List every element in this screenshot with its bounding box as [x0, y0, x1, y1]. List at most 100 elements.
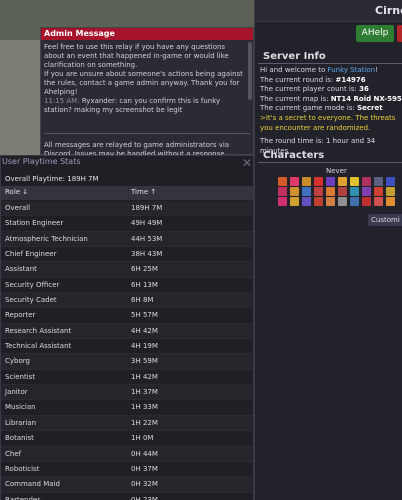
red-action-button[interactable]	[397, 25, 402, 42]
panel-buttons: AHelp	[356, 25, 402, 42]
time-cell: 5H 57M	[131, 311, 158, 320]
job-icon[interactable]	[326, 187, 335, 196]
role-cell: Chef	[5, 449, 22, 458]
time-cell: 6H 13M	[131, 280, 158, 289]
time-cell: 4H 42M	[131, 326, 158, 335]
column-header-role[interactable]: Role ↓	[5, 188, 28, 196]
time-cell: 0H 32M	[131, 480, 158, 489]
table-row: Chef 0H 44M	[1, 446, 253, 462]
job-icon[interactable]	[278, 197, 287, 206]
job-icon[interactable]	[386, 197, 395, 206]
time-cell: 38H 43M	[131, 250, 163, 259]
admin-message-title: Admin Message	[41, 28, 253, 40]
job-icon[interactable]	[302, 187, 311, 196]
job-icon[interactable]	[362, 187, 371, 196]
role-cell: Station Engineer	[5, 219, 64, 228]
job-icon[interactable]	[278, 187, 287, 196]
time-cell: 3H 59M	[131, 357, 158, 366]
job-icon[interactable]	[350, 197, 359, 206]
job-icon[interactable]	[314, 187, 323, 196]
table-header: Role ↓ Time ↑	[1, 186, 253, 200]
time-cell: 1H 33M	[131, 403, 158, 412]
time-cell: 49H 49M	[131, 219, 163, 228]
admin-intro-2: If you are unsure about someone's action…	[44, 70, 243, 96]
role-cell: Security Cadet	[5, 296, 57, 305]
welcome-suffix: !	[375, 66, 378, 74]
table-row: Cyborg 3H 59M	[1, 354, 253, 370]
mode-value: Secret	[357, 104, 383, 113]
time-cell: 6H 25M	[131, 265, 158, 274]
job-icon[interactable]	[374, 187, 383, 196]
ahelp-button[interactable]: AHelp	[356, 25, 394, 42]
role-cell: Overall	[5, 204, 31, 212]
job-icon[interactable]	[386, 187, 395, 196]
job-icon[interactable]	[374, 177, 383, 186]
table-row: Reporter 5H 57M	[1, 308, 253, 324]
job-icon[interactable]	[350, 187, 359, 196]
round-value: #14976	[335, 75, 366, 84]
job-icon[interactable]	[338, 177, 347, 186]
job-icon[interactable]	[362, 197, 371, 206]
admin-chat-message: 11:15 AM: Ryxander: can you confirm this…	[44, 97, 244, 115]
job-icon[interactable]	[374, 197, 383, 206]
table-row: Station Engineer 49H 49M	[1, 216, 253, 232]
job-icon[interactable]	[338, 187, 347, 196]
mode-label: The current game mode is:	[260, 104, 358, 113]
round-label: The current round is:	[260, 75, 336, 84]
table-row: Chief Engineer 38H 43M	[1, 247, 253, 263]
mode-description: >It's a secret to everyone. The threats …	[260, 113, 396, 132]
job-icon[interactable]	[290, 197, 299, 206]
time-cell: 4H 19M	[131, 342, 158, 351]
column-header-time[interactable]: Time ↑	[131, 188, 156, 196]
admin-scrollbar[interactable]	[248, 42, 252, 100]
role-cell: Command Maid	[5, 480, 60, 489]
never-label: Never	[326, 167, 347, 175]
table-row: Overall 189H 7M	[1, 201, 253, 217]
characters-heading: Characters	[263, 150, 325, 161]
job-icon[interactable]	[362, 177, 371, 186]
message-timestamp: 11:15 AM:	[44, 97, 80, 105]
job-icons-grid	[278, 177, 402, 206]
table-row: Bartender 0H 23M	[1, 492, 253, 500]
job-icon[interactable]	[386, 177, 395, 186]
job-icon[interactable]	[314, 177, 323, 186]
table-row: Technical Assistant 4H 19M	[1, 339, 253, 355]
time-cell: 1H 37M	[131, 388, 158, 397]
table-row: Scientist 1H 42M	[1, 369, 253, 386]
role-cell: Botanist	[5, 434, 34, 443]
table-row: Botanist 1H 0M	[1, 431, 253, 447]
admin-message-window: Admin Message Feel free to use this rela…	[40, 27, 254, 158]
job-icon[interactable]	[302, 177, 311, 186]
role-cell: Chief Engineer	[5, 250, 57, 259]
customize-button[interactable]: Customi	[368, 214, 402, 226]
role-cell: Assistant	[5, 265, 37, 274]
table-row: Janitor 1H 37M	[1, 385, 253, 401]
job-icon[interactable]	[278, 177, 287, 186]
job-icon[interactable]	[338, 197, 347, 206]
admin-intro-1: Feel free to use this relay if you have …	[44, 43, 229, 69]
players-label: The current player count is:	[260, 85, 360, 94]
time-cell: 0H 23M	[131, 495, 158, 500]
role-cell: Janitor	[5, 388, 28, 397]
job-icon[interactable]	[290, 177, 299, 186]
admin-message-input[interactable]	[44, 133, 250, 141]
close-icon[interactable]: ✕	[242, 156, 252, 170]
table-row: Musician 1H 33M	[1, 400, 253, 416]
playtime-stats-window: User Playtime Stats ✕ Overall Playtime: …	[0, 155, 254, 500]
job-icon[interactable]	[326, 177, 335, 186]
table-row: Atmospheric Technician 44H 53M	[1, 231, 253, 248]
role-cell: Technical Assistant	[5, 342, 72, 351]
job-icon[interactable]	[326, 197, 335, 206]
stats-window-title: User Playtime Stats	[2, 157, 81, 166]
table-row: Security Officer 6H 13M	[1, 277, 253, 294]
time-cell: 1H 22M	[131, 418, 158, 427]
job-icon[interactable]	[302, 197, 311, 206]
job-icon[interactable]	[350, 177, 359, 186]
table-row: Librarian 1H 22M	[1, 415, 253, 432]
table-row: Command Maid 0H 32M	[1, 477, 253, 493]
job-icon[interactable]	[290, 187, 299, 196]
job-icon[interactable]	[314, 197, 323, 206]
role-cell: Reporter	[5, 311, 36, 320]
server-info-divider	[258, 63, 402, 64]
station-name-link[interactable]: Funky Station	[328, 66, 376, 74]
